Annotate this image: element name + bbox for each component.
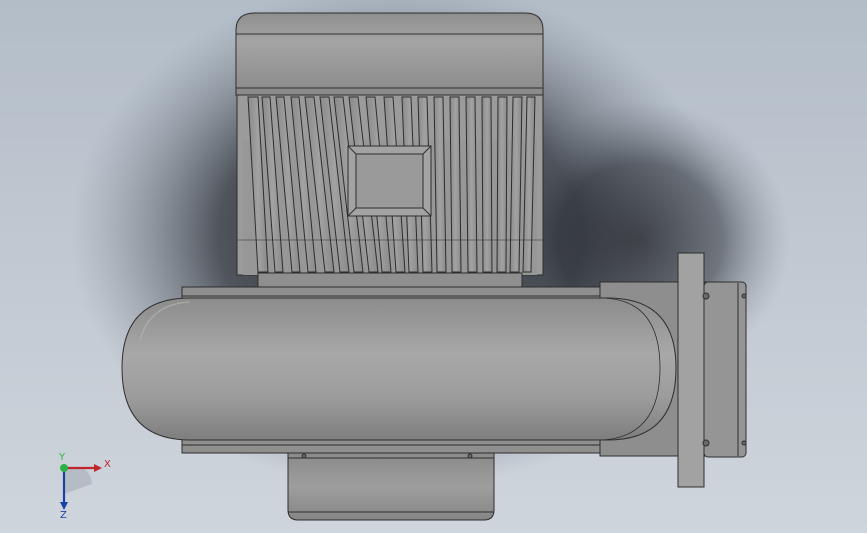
motor-body	[236, 94, 544, 288]
volute-housing	[121, 286, 677, 454]
x-axis-arrow	[94, 464, 102, 472]
triad-plane	[64, 466, 92, 494]
z-axis-arrow	[60, 502, 68, 510]
y-axis-point	[60, 464, 68, 472]
cad-graphics-viewport[interactable]: X Y Z	[0, 0, 867, 533]
view-orientation-triad: X Y Z	[58, 452, 111, 520]
terminal-box	[347, 145, 432, 217]
blower-motor-model[interactable]	[0, 0, 867, 533]
motor-end-cap	[235, 12, 544, 96]
y-axis-label: Y	[58, 452, 66, 463]
inlet-collar	[287, 452, 495, 521]
x-axis-label: X	[104, 459, 111, 470]
z-axis-label: Z	[60, 510, 67, 520]
